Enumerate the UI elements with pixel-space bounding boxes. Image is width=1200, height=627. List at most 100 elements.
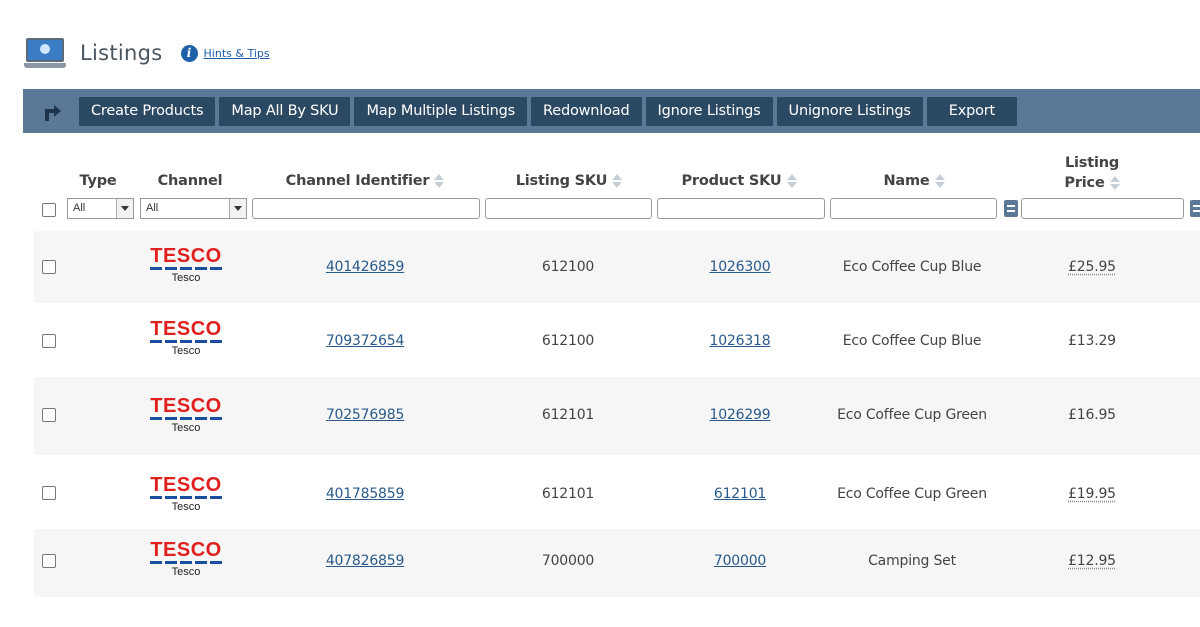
sort-icon[interactable] bbox=[787, 174, 797, 188]
channel-identifier-link[interactable]: 401426859 bbox=[290, 259, 440, 275]
filter-operator-icon[interactable] bbox=[1190, 200, 1200, 217]
channel-identifier-link[interactable]: 702576985 bbox=[290, 407, 440, 423]
listing-sku: 612100 bbox=[493, 333, 643, 349]
header-listing-price[interactable]: Listing Price bbox=[1052, 153, 1132, 193]
channel-name: Tesco bbox=[141, 501, 231, 513]
tesco-stripes-icon bbox=[150, 496, 222, 499]
listing-price[interactable]: £25.95 bbox=[1042, 259, 1142, 275]
header-listing-sku-label: Listing SKU bbox=[516, 173, 608, 189]
name-filter-input[interactable] bbox=[830, 198, 997, 219]
map-multiple-listings-button[interactable]: Map Multiple Listings bbox=[354, 97, 527, 126]
map-all-by-sku-button[interactable]: Map All By SKU bbox=[219, 97, 350, 126]
table-row[interactable]: TESCO Tesco 702576985 612101 1026299 Eco… bbox=[34, 377, 1200, 455]
row-checkbox[interactable] bbox=[42, 260, 56, 274]
table-row[interactable]: TESCO Tesco 401785859 612101 612101 Eco … bbox=[34, 455, 1200, 529]
action-toolbar: Create Products Map All By SKU Map Multi… bbox=[23, 89, 1200, 133]
hints-tips-link[interactable]: Hints & Tips bbox=[204, 47, 270, 60]
listing-sku: 612101 bbox=[493, 486, 643, 502]
tesco-stripes-icon bbox=[150, 267, 222, 270]
listing-sku: 612100 bbox=[493, 259, 643, 275]
tesco-logo: TESCO Tesco bbox=[141, 476, 231, 513]
price-filter-input[interactable] bbox=[1021, 198, 1184, 219]
tesco-wordmark: TESCO bbox=[141, 541, 231, 560]
header-channel[interactable]: Channel bbox=[150, 173, 230, 189]
type-filter-value: All bbox=[73, 202, 85, 214]
sort-icon[interactable] bbox=[434, 174, 444, 188]
channel-name: Tesco bbox=[141, 272, 231, 284]
channel-identifier-link[interactable]: 709372654 bbox=[290, 333, 440, 349]
channel-filter-value: All bbox=[146, 202, 158, 214]
tesco-logo: TESCO Tesco bbox=[141, 320, 231, 357]
table-header: Type Channel Channel Identifier Listing … bbox=[34, 133, 1200, 229]
header-name-label: Name bbox=[883, 173, 929, 189]
header-type[interactable]: Type bbox=[78, 173, 118, 189]
product-sku-link[interactable]: 1026299 bbox=[665, 407, 815, 423]
channel-name: Tesco bbox=[141, 566, 231, 578]
chevron-down-icon bbox=[229, 199, 246, 218]
header-listing-price-line2: Price bbox=[1064, 175, 1104, 191]
header-product-sku-label: Product SKU bbox=[681, 173, 781, 189]
sort-icon[interactable] bbox=[935, 174, 945, 188]
page-title: Listings bbox=[80, 41, 163, 65]
tesco-logo: TESCO Tesco bbox=[141, 247, 231, 284]
back-arrow-icon[interactable] bbox=[41, 104, 61, 124]
product-sku-link[interactable]: 1026300 bbox=[665, 259, 815, 275]
listing-price[interactable]: £12.95 bbox=[1042, 553, 1142, 569]
header-product-sku[interactable]: Product SKU bbox=[664, 173, 814, 189]
product-name: Camping Set bbox=[812, 553, 1012, 569]
header-listing-sku[interactable]: Listing SKU bbox=[494, 173, 644, 189]
tesco-stripes-icon bbox=[150, 417, 222, 420]
row-checkbox[interactable] bbox=[42, 486, 56, 500]
tesco-wordmark: TESCO bbox=[141, 320, 231, 339]
channel-identifier-filter-input[interactable] bbox=[252, 198, 480, 219]
row-checkbox[interactable] bbox=[42, 334, 56, 348]
table-row[interactable]: TESCO Tesco 709372654 612100 1026318 Eco… bbox=[34, 303, 1200, 377]
product-name: Eco Coffee Cup Green bbox=[812, 486, 1012, 502]
info-icon[interactable]: i bbox=[181, 45, 198, 62]
product-sku-link[interactable]: 1026318 bbox=[665, 333, 815, 349]
product-sku-filter-input[interactable] bbox=[657, 198, 825, 219]
select-all-checkbox[interactable] bbox=[42, 203, 56, 217]
chevron-down-icon bbox=[116, 199, 133, 218]
row-checkbox[interactable] bbox=[42, 408, 56, 422]
header-name[interactable]: Name bbox=[854, 173, 974, 189]
type-filter-select[interactable]: All bbox=[67, 198, 134, 219]
header-channel-identifier[interactable]: Channel Identifier bbox=[270, 173, 460, 189]
table-row-partial bbox=[34, 597, 1200, 627]
header-channel-identifier-label: Channel Identifier bbox=[286, 173, 430, 189]
tesco-wordmark: TESCO bbox=[141, 397, 231, 416]
row-checkbox[interactable] bbox=[42, 554, 56, 568]
product-sku-link[interactable]: 612101 bbox=[665, 486, 815, 502]
listing-price: £16.95 bbox=[1042, 407, 1142, 423]
header-listing-price-line1: Listing bbox=[1052, 153, 1132, 173]
listings-table: Type Channel Channel Identifier Listing … bbox=[34, 133, 1200, 627]
tesco-stripes-icon bbox=[150, 561, 222, 564]
sort-icon[interactable] bbox=[1110, 176, 1120, 190]
table-row[interactable]: TESCO Tesco 401426859 612100 1026300 Eco… bbox=[34, 231, 1200, 303]
price-filter-operator-icon[interactable] bbox=[1004, 200, 1018, 217]
table-row[interactable]: TESCO Tesco 407826859 700000 700000 Camp… bbox=[34, 529, 1200, 597]
listing-sku-filter-input[interactable] bbox=[485, 198, 652, 219]
tesco-logo: TESCO Tesco bbox=[141, 541, 231, 578]
sort-icon[interactable] bbox=[612, 174, 622, 188]
product-name: Eco Coffee Cup Blue bbox=[812, 333, 1012, 349]
channel-identifier-link[interactable]: 407826859 bbox=[290, 553, 440, 569]
unignore-listings-button[interactable]: Unignore Listings bbox=[777, 97, 923, 126]
export-button[interactable]: Export bbox=[927, 97, 1017, 126]
listing-price: £13.29 bbox=[1042, 333, 1142, 349]
channel-identifier-link[interactable]: 401785859 bbox=[290, 486, 440, 502]
product-name: Eco Coffee Cup Green bbox=[812, 407, 1012, 423]
create-products-button[interactable]: Create Products bbox=[79, 97, 215, 126]
channel-name: Tesco bbox=[141, 422, 231, 434]
ignore-listings-button[interactable]: Ignore Listings bbox=[646, 97, 773, 126]
product-sku-link[interactable]: 700000 bbox=[665, 553, 815, 569]
channel-filter-select[interactable]: All bbox=[140, 198, 247, 219]
listing-price[interactable]: £19.95 bbox=[1042, 486, 1142, 502]
product-name: Eco Coffee Cup Blue bbox=[812, 259, 1012, 275]
channel-name: Tesco bbox=[141, 345, 231, 357]
tesco-wordmark: TESCO bbox=[141, 247, 231, 266]
redownload-button[interactable]: Redownload bbox=[531, 97, 641, 126]
page-header: Listings i Hints & Tips bbox=[24, 36, 270, 70]
listings-monitor-icon bbox=[24, 36, 66, 70]
tesco-stripes-icon bbox=[150, 340, 222, 343]
